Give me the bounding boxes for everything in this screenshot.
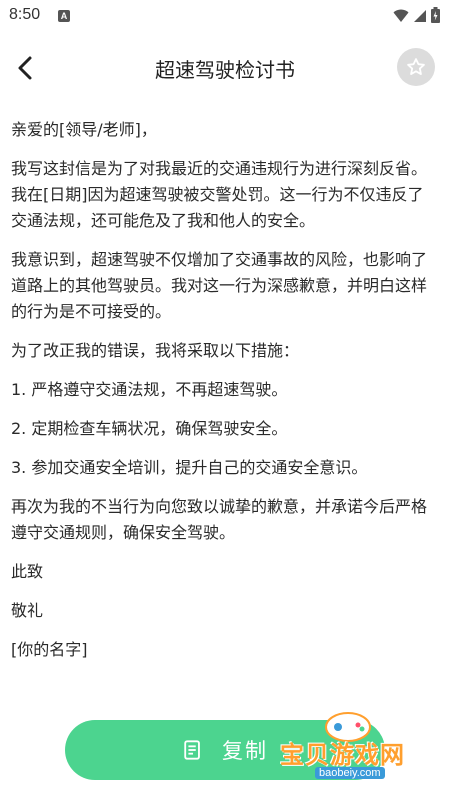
letter-list-item: 2. 定期检查车辆状况，确保驾驶安全。: [11, 419, 288, 438]
letter-greeting: 亲爱的[领导/老师]，: [11, 120, 157, 139]
watermark: 宝贝游戏网 baobeiy.com: [270, 705, 440, 795]
letter-closing: 此致: [11, 562, 44, 581]
page-title: 超速驾驶检讨书: [155, 58, 295, 82]
app-header: 超速驾驶检讨书: [0, 40, 450, 96]
letter-list-item: 1. 严格遵守交通法规，不再超速驾驶。: [11, 380, 288, 399]
notification-a-icon: A: [58, 10, 70, 22]
watermark-text: 宝贝游戏网: [280, 741, 405, 769]
letter-paragraph: 我写这封信是为了对我最近的交通违规行为进行深刻反省。我在[日期]因为超速驾驶被交…: [11, 159, 428, 230]
letter-paragraph: 为了改正我的错误，我将采取以下措施：: [11, 341, 300, 360]
favorite-button[interactable]: [397, 48, 435, 86]
watermark-url: baobeiy.com: [315, 767, 385, 779]
app-screen: 8:50 A 超速驾驶检讨书 亲爱的[领导/老师]， 我写这封信是为了对我最近的…: [0, 0, 450, 800]
letter-paragraph: 再次为我的不当行为向您致以诚挚的歉意，并承诺今后严格遵守交通规则，确保安全驾驶。: [11, 497, 428, 542]
letter-paragraph: 我意识到，超速驾驶不仅增加了交通事故的风险，也影响了道路上的其他驾驶员。我对这一…: [11, 250, 428, 321]
copy-button-label: 复制: [222, 739, 268, 763]
letter-signature: [你的名字]: [11, 640, 88, 659]
status-time: 8:50: [9, 6, 41, 23]
battery-icon: [431, 7, 440, 27]
letter-salutation: 敬礼: [11, 601, 44, 620]
letter-list-item: 3. 参加交通安全培训，提升自己的交通安全意识。: [11, 458, 368, 477]
status-icons: [393, 7, 440, 27]
star-icon: [407, 58, 425, 76]
copy-document-icon: [184, 740, 200, 760]
letter-content: 亲爱的[领导/老师]， 我写这封信是为了对我最近的交通违规行为进行深刻反省。我在…: [11, 117, 439, 676]
wifi-icon: [393, 8, 409, 27]
signal-icon: [413, 8, 427, 27]
status-bar: 8:50 A: [0, 0, 450, 32]
